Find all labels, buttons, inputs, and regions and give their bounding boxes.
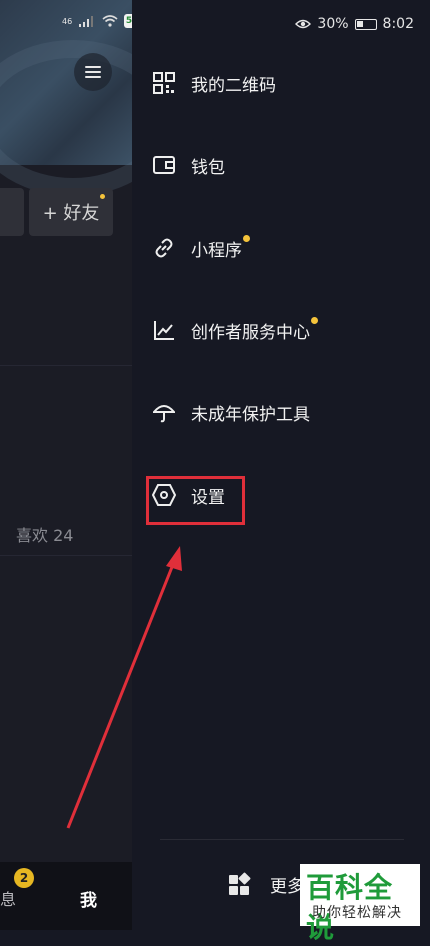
divider bbox=[160, 839, 404, 840]
edit-profile-button[interactable] bbox=[0, 188, 24, 236]
battery-icon bbox=[354, 18, 377, 30]
side-drawer: 30% 8:02 我的二维码 钱包 小程序 创作者服务中心 未成年保护工具 设置… bbox=[132, 0, 430, 930]
menu-item-creator-center[interactable]: 创作者服务中心 bbox=[152, 310, 318, 350]
menu-button[interactable] bbox=[74, 53, 112, 91]
profile-page-background: 46 58 + 好友 喜欢 24 2 息 我 bbox=[0, 0, 132, 930]
divider bbox=[0, 365, 132, 366]
menu-item-label: 我的二维码 bbox=[191, 75, 276, 96]
umbrella-icon bbox=[152, 400, 176, 424]
message-count-badge: 2 bbox=[14, 868, 34, 888]
more-button[interactable]: 更多 bbox=[228, 871, 304, 897]
menu-item-label: 小程序 bbox=[191, 234, 250, 261]
battery-percent: 30% bbox=[317, 16, 349, 32]
more-grid-icon bbox=[228, 871, 251, 896]
eye-comfort-icon bbox=[295, 19, 312, 29]
menu-item-label: 未成年保护工具 bbox=[191, 404, 310, 425]
notification-dot bbox=[100, 194, 105, 199]
signal-icon bbox=[79, 16, 94, 27]
watermark-subtitle: 助你轻松解决 bbox=[312, 905, 402, 921]
status-bar-left: 46 58 bbox=[62, 14, 132, 28]
notification-dot bbox=[243, 234, 250, 242]
highlight-box bbox=[146, 476, 245, 525]
wifi-icon bbox=[102, 15, 118, 27]
status-bar-right: 30% 8:02 bbox=[295, 16, 414, 32]
clock: 8:02 bbox=[382, 16, 414, 32]
menu-item-minor-protection[interactable]: 未成年保护工具 bbox=[152, 392, 310, 432]
notification-dot bbox=[311, 316, 318, 324]
tab-me[interactable]: 我 bbox=[80, 886, 97, 911]
label-text: 小程序 bbox=[191, 240, 242, 261]
likes-tab[interactable]: 喜欢 24 bbox=[16, 522, 73, 546]
signal-label: 46 bbox=[62, 16, 73, 26]
hamburger-icon bbox=[85, 66, 101, 78]
menu-item-wallet[interactable]: 钱包 bbox=[152, 145, 225, 185]
more-label: 更多 bbox=[270, 877, 304, 897]
qr-code-icon bbox=[152, 71, 176, 95]
menu-item-mini-programs[interactable]: 小程序 bbox=[152, 228, 250, 268]
chart-icon bbox=[152, 318, 176, 342]
watermark-logo: 百科全说 助你轻松解决 bbox=[300, 864, 420, 944]
link-icon bbox=[152, 236, 176, 260]
divider bbox=[0, 555, 132, 556]
menu-item-qr-code[interactable]: 我的二维码 bbox=[152, 63, 276, 103]
menu-item-label: 钱包 bbox=[191, 157, 225, 178]
label-text: 创作者服务中心 bbox=[191, 322, 310, 343]
add-friend-button[interactable]: + 好友 bbox=[29, 188, 113, 236]
add-friend-label: + 好友 bbox=[42, 203, 100, 224]
app-badge-icon: 58 bbox=[124, 14, 132, 28]
menu-item-label: 创作者服务中心 bbox=[191, 316, 318, 343]
wallet-icon bbox=[152, 153, 176, 177]
tab-messages[interactable]: 息 bbox=[0, 886, 16, 910]
